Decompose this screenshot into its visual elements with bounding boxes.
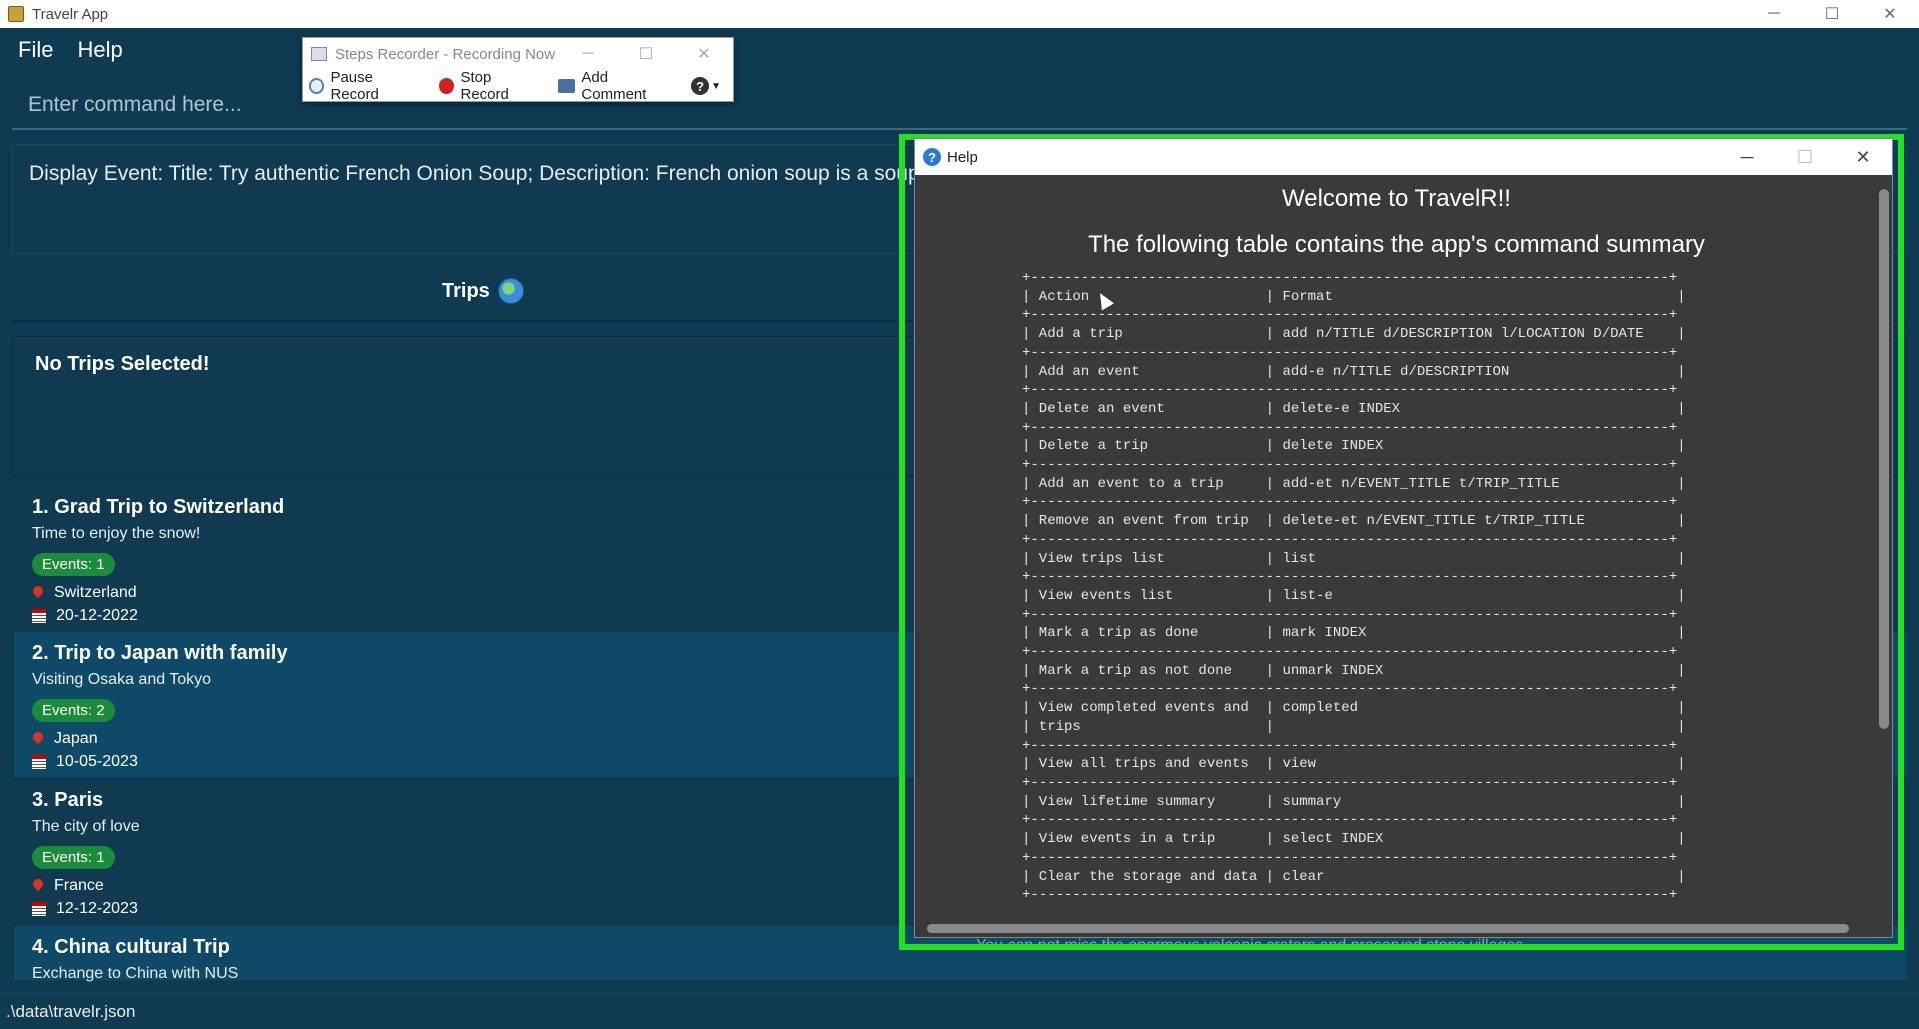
help-window: ? Help ─ ☐ ✕ Welcome to TravelR!! The fo… [914, 138, 1893, 938]
chevron-down-icon: ▼ [711, 80, 721, 92]
help-title-bar: ? Help ─ ☐ ✕ [915, 139, 1892, 175]
events-badge: Events: 1 [32, 553, 115, 576]
recorder-toolbar: Pause Record Stop Record Add Comment ? ▼ [303, 69, 733, 103]
add-comment-label: Add Comment [581, 69, 647, 103]
scrollbar-thumb[interactable] [1879, 189, 1889, 729]
trip-date: 12-12-2023 [56, 900, 138, 917]
trip-location: Japan [54, 730, 98, 747]
stop-record-button[interactable]: Stop Record [439, 69, 540, 103]
app-title-bar: Travelr App ─ ☐ ✕ [0, 0, 1919, 28]
command-summary-heading: The following table contains the app's c… [1088, 231, 1705, 258]
help-close-button[interactable]: ✕ [1834, 139, 1892, 175]
status-bar: .\data\travelr.json [0, 993, 1919, 1029]
command-box [12, 82, 1907, 130]
recorder-maximize-button[interactable]: ☐ [617, 38, 675, 70]
pause-record-label: Pause Record [330, 69, 379, 103]
calendar-icon [32, 755, 46, 769]
horizontal-scrollbar[interactable] [915, 919, 1878, 937]
comment-icon [558, 79, 576, 93]
recorder-close-button[interactable]: ✕ [675, 38, 733, 70]
steps-recorder-window: Steps Recorder - Recording Now ─ ☐ ✕ Pau… [302, 37, 734, 103]
trip-location: France [54, 877, 104, 894]
recorder-title: Steps Recorder - Recording Now [335, 45, 556, 63]
stop-icon [439, 78, 455, 94]
recorder-icon [311, 47, 327, 61]
close-button[interactable]: ✕ [1861, 0, 1919, 28]
trips-label: Trips [442, 279, 490, 302]
window-controls: ─ ☐ ✕ [1745, 0, 1919, 28]
menu-help[interactable]: Help [77, 37, 122, 63]
recorder-title-bar: Steps Recorder - Recording Now ─ ☐ ✕ [303, 38, 733, 70]
recorder-help-button[interactable]: ? ▼ [691, 77, 721, 95]
events-badge: Events: 2 [32, 699, 115, 722]
recorder-window-controls: ─ ☐ ✕ [559, 38, 733, 70]
app-title: Travelr App [32, 5, 109, 23]
app-icon [8, 6, 24, 22]
menu-bar: File Help [0, 28, 1919, 72]
stop-record-label: Stop Record [460, 69, 509, 103]
help-content: Welcome to TravelR!! The following table… [915, 175, 1878, 917]
events-badge: Events: 1 [32, 846, 115, 869]
calendar-icon [32, 609, 46, 623]
trip-location: Switzerland [54, 584, 137, 601]
command-summary-table: +---------------------------------------… [1022, 270, 1686, 904]
add-comment-button[interactable]: Add Comment [558, 69, 673, 103]
welcome-heading: Welcome to TravelR!! [1282, 185, 1511, 212]
help-icon: ? [691, 77, 710, 95]
vertical-scrollbar[interactable] [1876, 175, 1892, 917]
recorder-minimize-button[interactable]: ─ [559, 38, 617, 70]
location-pin-icon [32, 586, 44, 600]
help-window-title: Help [947, 148, 978, 166]
help-icon: ? [923, 148, 941, 166]
help-maximize-button[interactable]: ☐ [1776, 139, 1834, 175]
maximize-button[interactable]: ☐ [1803, 0, 1861, 28]
location-pin-icon [32, 879, 44, 893]
pause-record-button[interactable]: Pause Record [309, 69, 421, 103]
command-input[interactable] [12, 82, 1907, 128]
globe-icon [497, 278, 524, 304]
help-window-controls: ─ ☐ ✕ [1718, 139, 1892, 175]
selected-trip-text: No Trips Selected! [35, 353, 210, 375]
minimize-button[interactable]: ─ [1745, 0, 1803, 28]
location-pin-icon [32, 732, 44, 746]
calendar-icon [32, 902, 46, 916]
help-minimize-button[interactable]: ─ [1718, 139, 1776, 175]
pause-icon [309, 78, 325, 94]
trip-description: Exchange to China with NUS [32, 965, 239, 982]
menu-file[interactable]: File [18, 37, 53, 63]
trip-date: 20-12-2022 [56, 607, 138, 624]
trip-date: 10-05-2023 [56, 753, 138, 770]
scrollbar-thumb[interactable] [927, 924, 1849, 933]
